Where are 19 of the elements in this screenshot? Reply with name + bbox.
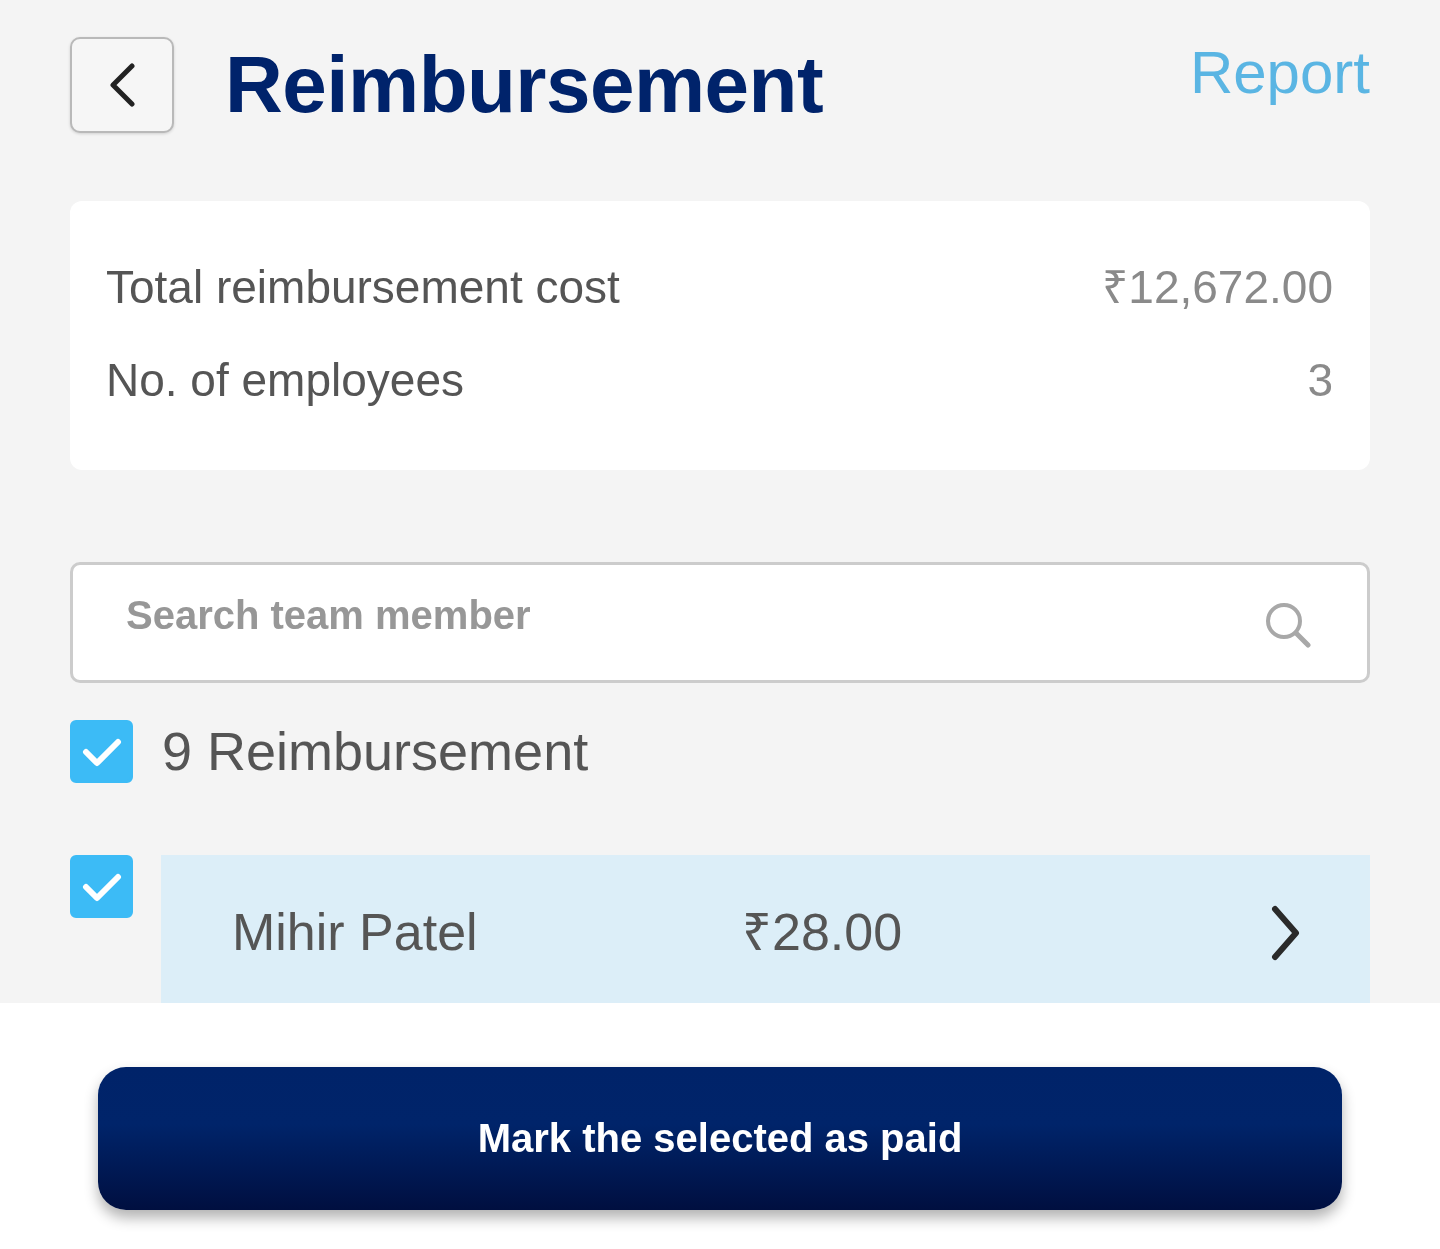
summary-label: Total reimbursement cost [106, 261, 620, 313]
page-title: Reimbursement [225, 45, 824, 125]
search-icon [1265, 602, 1311, 648]
select-all-checkbox[interactable] [70, 720, 133, 783]
check-icon [81, 736, 122, 767]
employee-name: Mihir Patel [232, 904, 479, 962]
back-button[interactable] [70, 37, 174, 133]
summary-value: 3 [1307, 354, 1333, 406]
reimbursement-count: 9 Reimbursement [162, 721, 589, 782]
chevron-left-icon [108, 63, 136, 107]
employee-row[interactable]: Mihir Patel ₹28.00 [161, 855, 1370, 1003]
search-field[interactable]: Search team member [70, 562, 1370, 683]
summary-label: No. of employees [106, 354, 464, 406]
summary-value: ₹12,672.00 [1102, 261, 1333, 313]
check-icon [81, 871, 122, 902]
chevron-right-icon [1270, 905, 1300, 961]
mark-paid-button[interactable]: Mark the selected as paid [98, 1067, 1342, 1210]
row-checkbox[interactable] [70, 855, 133, 918]
employee-amount: ₹28.00 [742, 904, 903, 962]
